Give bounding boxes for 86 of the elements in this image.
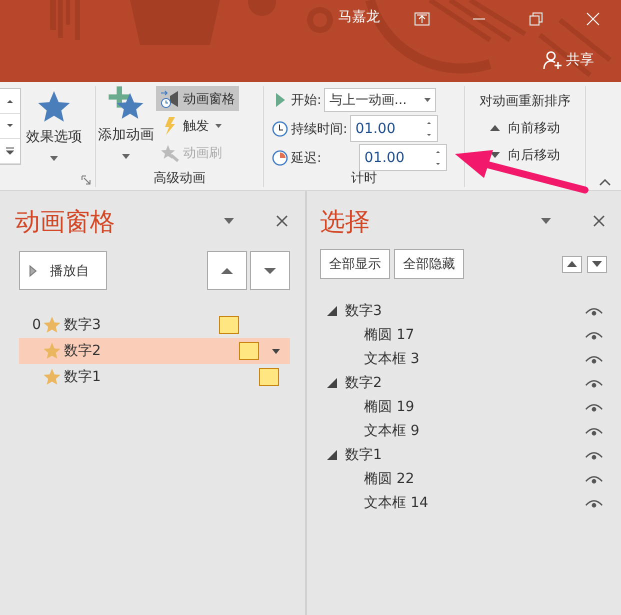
animation-pane-button[interactable]: 动画窗格	[156, 86, 239, 111]
dialog-launcher-icon[interactable]	[81, 175, 91, 185]
eye-icon[interactable]	[585, 354, 603, 364]
triangle-down-icon	[490, 152, 500, 158]
pane-menu-icon[interactable]	[541, 218, 551, 224]
caret-icon[interactable]	[272, 349, 280, 354]
user-name: 马嘉龙	[338, 8, 380, 26]
expand-triangle-icon[interactable]	[327, 306, 337, 316]
eye-icon[interactable]	[585, 450, 603, 460]
pane-menu-icon[interactable]	[224, 218, 234, 224]
hide-all-button[interactable]: 全部隐藏	[394, 249, 464, 279]
item-name: 数字2	[64, 342, 102, 360]
shape-name[interactable]: 数字1	[345, 446, 585, 464]
pane-title: 动画窗格	[15, 206, 116, 238]
collapse-ribbon-icon[interactable]	[599, 178, 611, 186]
animation-item[interactable]: 数字1	[19, 364, 290, 390]
reorder-title: 对动画重新排序	[480, 93, 570, 110]
play-from-button[interactable]: 播放自	[19, 251, 107, 290]
shape-name[interactable]: 数字2	[345, 374, 585, 392]
caret-icon	[50, 156, 58, 161]
gallery-scroller[interactable]	[0, 88, 21, 165]
star-brush-icon	[160, 142, 180, 162]
close-icon[interactable]	[276, 215, 288, 227]
eye-icon[interactable]	[585, 330, 603, 340]
eye-icon[interactable]	[585, 402, 603, 412]
delay-clock-icon	[272, 150, 288, 166]
expand-triangle-icon[interactable]	[327, 450, 337, 460]
play-icon	[29, 264, 37, 276]
star-icon	[42, 315, 62, 335]
triangle-up-icon	[221, 268, 233, 274]
clock-icon	[272, 120, 288, 136]
shape-name[interactable]: 椭圆 22	[364, 470, 585, 488]
timeline-bar	[219, 316, 239, 334]
caret-icon	[215, 124, 222, 128]
bring-forward-button[interactable]	[562, 256, 582, 272]
expand-triangle-icon[interactable]	[327, 378, 337, 388]
start-label: 开始:	[291, 92, 322, 108]
item-name: 数字1	[64, 368, 102, 386]
timeline-bar	[239, 342, 259, 360]
eye-icon[interactable]	[585, 498, 603, 508]
item-name: 数字3	[64, 316, 102, 334]
pane-title: 选择	[320, 206, 371, 238]
group-label: 计时	[351, 170, 377, 187]
move-up-button[interactable]	[207, 251, 247, 290]
move-later-button[interactable]: 向后移动	[490, 146, 560, 164]
share-button[interactable]: 共享	[543, 50, 594, 70]
effect-options-button[interactable]: 效果选项	[22, 86, 86, 163]
move-earlier-button[interactable]: 向前移动	[490, 119, 560, 137]
delay-spinner[interactable]: 01.00	[359, 144, 448, 171]
close-icon[interactable]	[593, 215, 605, 227]
show-all-button[interactable]: 全部显示	[320, 249, 390, 279]
eye-icon[interactable]	[585, 378, 603, 388]
animation-item[interactable]: 数字2	[19, 338, 290, 364]
triangle-up-icon	[490, 125, 500, 131]
animation-item[interactable]: 0 数字3	[19, 312, 290, 338]
shape-name[interactable]: 文本框 9	[364, 422, 585, 440]
add-person-icon	[543, 50, 563, 70]
shape-name[interactable]: 文本框 14	[364, 494, 585, 512]
caret-icon	[424, 98, 432, 102]
trigger-button[interactable]: 触发	[156, 113, 239, 138]
duration-spinner[interactable]: 01.00	[350, 115, 438, 142]
eye-icon[interactable]	[585, 306, 603, 316]
shape-name[interactable]: 数字3	[345, 302, 585, 320]
speaker-clock-icon	[160, 88, 180, 108]
start-dropdown[interactable]: 与上一动画...	[324, 88, 436, 112]
ribbon-display-icon[interactable]	[414, 12, 430, 26]
group-label: 高级动画	[154, 170, 206, 187]
triangle-up-icon	[567, 261, 577, 267]
order-number: 0	[32, 317, 41, 333]
eye-icon[interactable]	[585, 474, 603, 484]
restore-icon[interactable]	[529, 12, 543, 26]
eye-icon[interactable]	[585, 426, 603, 436]
add-animation-button[interactable]: 添加动画	[96, 86, 156, 165]
timeline-bar	[259, 368, 279, 386]
duration-label: 持续时间:	[291, 120, 348, 138]
triangle-down-icon	[264, 268, 276, 274]
star-icon	[42, 341, 62, 361]
shape-name[interactable]: 文本框 3	[364, 350, 585, 368]
triangle-down-icon	[592, 261, 602, 267]
move-down-button[interactable]	[250, 251, 290, 290]
delay-label: 延迟:	[291, 150, 322, 166]
star-icon	[42, 367, 62, 387]
shape-name[interactable]: 椭圆 17	[364, 326, 585, 344]
send-backward-button[interactable]	[587, 256, 607, 272]
caret-icon	[122, 154, 130, 159]
shape-name[interactable]: 椭圆 19	[364, 398, 585, 416]
